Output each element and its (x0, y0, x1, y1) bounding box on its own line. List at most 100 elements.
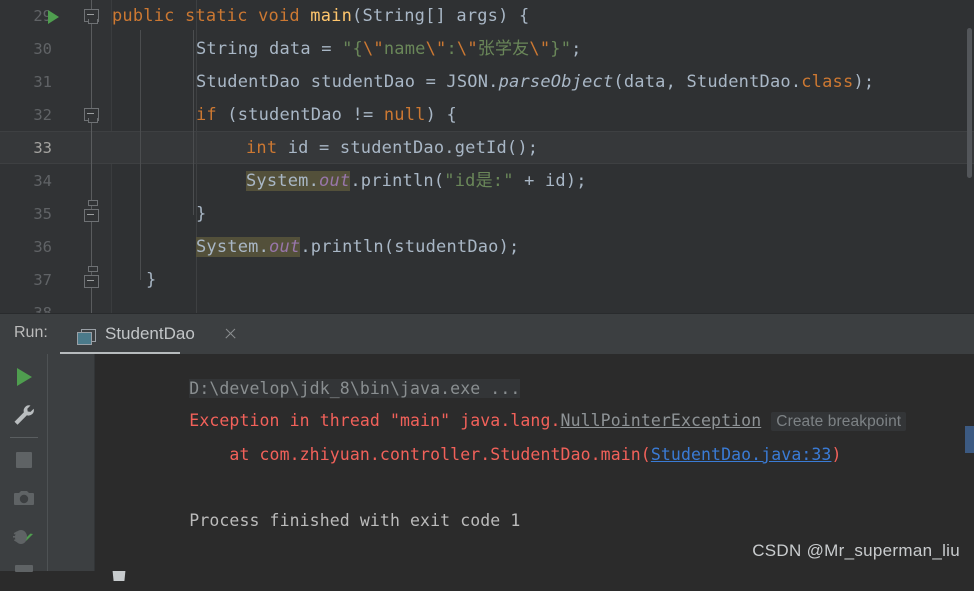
fold-marker-35[interactable] (84, 200, 99, 222)
fold-marker-37[interactable] (84, 266, 99, 288)
code-text-32: if (studentDao != null) { (196, 99, 457, 132)
l31-prefix: StudentDao studentDao = JSON. (196, 72, 499, 92)
run-method-icon[interactable] (48, 10, 59, 24)
console-output[interactable]: D:\develop\jdk_8\bin\java.exe ... Except… (95, 354, 974, 571)
escape-1: \" (362, 39, 384, 59)
run-tool-window: Run: StudentDao D:\develop\jdk_8\bin\jav… (0, 313, 974, 581)
fold-tip (87, 118, 98, 123)
source-location-link[interactable]: StudentDao.java:33 (651, 445, 832, 464)
args-tail: [] args) { (425, 6, 530, 26)
console-error-stripe[interactable] (965, 426, 974, 453)
line-number-37: 37 (33, 271, 52, 289)
l31-tail: ); (853, 72, 875, 92)
console-window-icon (77, 329, 96, 345)
camera-icon (14, 491, 34, 505)
keyword-class: class (801, 72, 854, 92)
fold-box (84, 275, 99, 288)
system-prefix-34: System. (246, 171, 320, 191)
stack-trace-close: ) (831, 445, 842, 464)
toolbar-divider (10, 437, 38, 438)
editor-scrollbar[interactable] (967, 28, 972, 178)
fold-box (84, 209, 99, 222)
space-3 (300, 6, 310, 26)
space-1 (175, 6, 185, 26)
stack-trace-text: at com.zhiyuan.controller.StudentDao.mai… (189, 445, 651, 464)
process-finished-text: Process finished with exit code 1 (189, 511, 521, 530)
l32-cond: (studentDao != (216, 105, 384, 125)
dash-icon (15, 565, 33, 572)
code-line-36[interactable]: 36 System.out.println(studentDao); (0, 231, 974, 264)
run-label: Run: (14, 324, 48, 341)
play-icon (17, 368, 32, 386)
settings-button[interactable] (4, 398, 44, 432)
line-number-35: 35 (33, 205, 52, 223)
run-toolbar-right (48, 354, 139, 581)
suppress-button[interactable] (4, 519, 44, 553)
code-text-31: StudentDao studentDao = JSON.parseObject… (196, 66, 874, 99)
string-colon: : (446, 39, 457, 59)
line-number-31: 31 (33, 73, 52, 91)
rerun-button[interactable] (4, 360, 44, 394)
string-id-label: "id是:" (444, 171, 514, 191)
code-line-31[interactable]: 31 StudentDao studentDao = JSON.parseObj… (0, 66, 974, 99)
watermark: CSDN @Mr_superman_liu (752, 541, 960, 560)
l31-mid: (data, StudentDao. (613, 72, 802, 92)
fold-dash (87, 214, 94, 215)
code-text-36: System.out.println(studentDao); (196, 231, 520, 264)
semicolon-30: ; (571, 39, 582, 59)
line-number-30: 30 (33, 40, 52, 58)
l32-tail: ) { (425, 105, 457, 125)
line-number-34: 34 (33, 172, 52, 190)
string-key: name (383, 39, 426, 59)
escape-3: \" (456, 39, 478, 59)
string-value-cn: 张学友 (477, 39, 530, 59)
l34-tail: + id); (513, 171, 587, 191)
system-prefix-36: System. (196, 237, 270, 257)
code-text-35: } (196, 204, 207, 224)
println-36: .println(studentDao); (300, 237, 520, 257)
line-number-38: 38 (33, 304, 52, 313)
decl-string-data: String data = (196, 39, 343, 59)
stop-button[interactable] (4, 443, 44, 477)
ide-window: 29 public static void main(String[] args… (0, 0, 974, 581)
code-line-35[interactable]: 35 } (0, 198, 974, 231)
code-line-32[interactable]: 32 if (studentDao != null) { (0, 99, 974, 132)
string-open: "{ (342, 39, 363, 59)
stop-icon (16, 452, 32, 468)
run-panel-header: Run: StudentDao (0, 314, 974, 354)
fold-tip (87, 19, 98, 24)
close-icon[interactable] (223, 326, 238, 341)
code-text-30: String data = "{\"name\":\"张学友\"}"; (196, 33, 582, 66)
space-2 (248, 6, 258, 26)
code-line-33[interactable]: 33 int id = studentDao.getId(); (0, 132, 974, 165)
fold-dash (87, 280, 94, 281)
keyword-static: static (185, 6, 248, 26)
code-text-33: int id = studentDao.getId(); (246, 132, 538, 165)
code-line-34[interactable]: 34 System.out.println("id是:" + id); (0, 165, 974, 198)
run-toolbar-left (0, 354, 48, 572)
keyword-null: null (383, 105, 426, 125)
method-name-main: main (310, 6, 353, 26)
code-text-34: System.out.println("id是:" + id); (246, 165, 587, 198)
line-number-36: 36 (33, 238, 52, 256)
window-front (77, 332, 92, 345)
keyword-void: void (258, 6, 300, 26)
fold-marker-29[interactable] (84, 9, 99, 24)
code-line-29[interactable]: 29 public static void main(String[] args… (0, 0, 974, 33)
code-line-30[interactable]: 30 String data = "{\"name\":\"张学友\"}"; (0, 33, 974, 66)
keyword-if: if (196, 105, 217, 125)
code-text-29: public static void main(String[] args) { (112, 0, 529, 33)
type-string: String (362, 6, 426, 26)
code-line-38[interactable]: 38 (0, 297, 974, 313)
line-number-32: 32 (33, 106, 52, 124)
code-line-37[interactable]: 37 } (0, 264, 974, 297)
fold-marker-32[interactable] (84, 108, 99, 123)
keyword-int: int (246, 138, 278, 158)
usage-highlight-system-out-36: System.out (196, 237, 301, 257)
more-button[interactable] (4, 557, 44, 591)
code-editor[interactable]: 29 public static void main(String[] args… (0, 0, 974, 313)
bug-icon (13, 530, 33, 544)
fold-tip (87, 200, 98, 206)
usage-highlight-system-out-34: System.out (246, 171, 351, 191)
screenshot-button[interactable] (4, 481, 44, 515)
